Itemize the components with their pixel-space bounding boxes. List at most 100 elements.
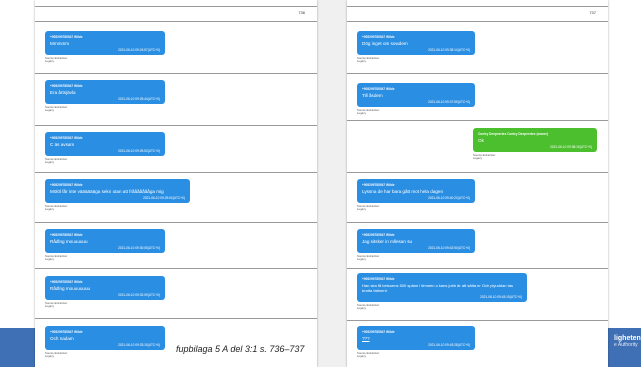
chat-message: +905299785547 Wilde Mölöl får inte vääää…	[45, 179, 190, 211]
chat-message: +905299785547 Wilde Till åsdem 2021-06-1…	[357, 83, 475, 115]
logo-line-1: ligheten	[614, 335, 641, 342]
message-timestamp: 2021-06-10 09:37:59(UTC+0)	[428, 100, 470, 104]
chat-message: +905299785547 Wilde Han ska få betsoens …	[357, 273, 527, 310]
source-extraction: Source Extraction: Legacy	[357, 303, 527, 310]
chat-message: +905299785547 Wilde Mmmmm 2021-06-10 09:…	[45, 31, 165, 63]
chat-message: +905299785547 Wilde ??? 2021-06-10 09:43…	[357, 326, 475, 358]
page-caption: fupbilaga 5 A del 3:1 s. 736–737	[176, 344, 305, 354]
message-text: Rådlng mouuuuuu	[50, 239, 88, 244]
separator-line	[347, 320, 608, 321]
page-gutter	[317, 0, 347, 367]
message-bubble: Contry Deepvertex Contry Deepvertex (own…	[473, 128, 597, 152]
source-extraction: Source Extraction: Legacy	[357, 108, 475, 116]
chat-message: +905299785547 Wilde Rådlng mouuuuuuu 202…	[45, 276, 165, 308]
extraction-value: Legacy	[45, 304, 55, 309]
message-timestamp: 2021-06-10 09:32:09(UTC+0)	[118, 293, 160, 297]
separator-line	[35, 268, 317, 269]
source-extraction: Source Extraction: Legacy	[45, 351, 165, 359]
message-bubble: +905299785547 Wilde Till åsdem 2021-06-1…	[357, 83, 475, 107]
source-extraction: Source Extraction: Legacy	[357, 254, 475, 262]
extraction-value: Legacy	[45, 160, 55, 165]
separator-line	[347, 268, 608, 269]
chat-message: +905299785547 Wilde Rådlng mouuuuuu 2021…	[45, 229, 165, 261]
message-sender: +905299785547 Wilde	[362, 87, 395, 91]
extraction-value: Legacy	[473, 156, 483, 161]
source-extraction: Source Extraction: Legacy	[357, 351, 475, 359]
message-sender: +905299785547 Wilde	[50, 330, 83, 334]
source-extraction: Source Extraction: Legacy	[45, 301, 165, 309]
message-sender: +905299785547 Wilde	[362, 277, 395, 281]
message-text: Mmmmm	[50, 41, 70, 46]
chat-message: +905299785547 Wilde Era årtsjävla 2021-0…	[45, 80, 165, 112]
message-sender: +905299785547 Wilde	[362, 35, 395, 39]
message-bubble: +905299785547 Wilde Mmmmm 2021-06-10 09:…	[45, 31, 165, 55]
page-number: 737	[589, 10, 596, 15]
extraction-value: Legacy	[45, 108, 55, 113]
message-bubble: +905299785547 Wilde Rådlng mouuuuuu 2021…	[45, 229, 165, 253]
separator-line	[35, 172, 317, 173]
source-extraction: Source Extraction: Legacy	[45, 204, 190, 211]
page-number: 736	[298, 10, 305, 15]
message-sender: Contry Deepvertex Contry Deepvertex (own…	[478, 132, 548, 136]
extraction-value: Legacy	[357, 257, 367, 262]
message-text: Rådlng mouuuuuuu	[50, 286, 91, 291]
message-sender: +905299785547 Wilde	[50, 84, 83, 88]
message-text: Till åsdem	[362, 93, 383, 98]
message-text: Ok	[478, 138, 484, 143]
message-bubble: +905299785547 Wilde Era årtsjävla 2021-0…	[45, 80, 165, 104]
separator-line	[35, 73, 317, 74]
chat-message: +905299785547 Wilde Och nadam 2021-06-10…	[45, 326, 165, 358]
source-extraction: Source Extraction: Legacy	[357, 204, 475, 212]
separator-line	[35, 21, 317, 22]
message-text: Och nadam	[50, 336, 74, 341]
source-extraction: Source Extraction: Legacy	[45, 105, 165, 113]
message-bubble: +905299785547 Wilde ??? 2021-06-10 09:43…	[357, 326, 475, 350]
separator-line	[35, 222, 317, 223]
separator-line	[347, 73, 608, 74]
message-sender: +905299785547 Wilde	[50, 35, 83, 39]
separator-line	[347, 222, 608, 223]
message-text: Jag sitsker in mllesan su	[362, 239, 413, 244]
source-extraction: Source Extraction: Legacy	[45, 157, 165, 165]
document-page-right: 737 +905299785547 Wilde Dög inget om sow…	[347, 0, 608, 367]
message-sender: +905299785547 Wilde	[362, 183, 395, 187]
message-timestamp: 2021-06-10 09:35:14(UTC+0)	[428, 48, 470, 52]
message-sender: +905299785547 Wilde	[50, 233, 83, 237]
message-sender: +905299785547 Wilde	[50, 280, 83, 284]
message-bubble: +905299785547 Wilde C äs avsam 2021-06-1…	[45, 132, 165, 156]
separator-line	[347, 172, 608, 173]
message-timestamp: 2021-06-10 09:43:28(UTC+0)	[428, 343, 470, 347]
message-sender: +905299785547 Wilde	[50, 183, 83, 187]
message-sender: +905299785547 Wilde	[362, 330, 395, 334]
message-timestamp: 2021-06-10 09:33:15(UTC+0)	[118, 343, 160, 347]
separator-line	[347, 21, 608, 22]
message-text: ???	[362, 336, 370, 341]
message-timestamp: 2021-06-10 09:43:19(UTC+0)	[480, 295, 522, 299]
chat-message: Contry Deepvertex Contry Deepvertex (own…	[473, 128, 597, 160]
extraction-value: Legacy	[357, 111, 367, 116]
message-bubble: +905299785547 Wilde Dög inget om sowdem …	[357, 31, 475, 55]
extraction-value: Legacy	[45, 257, 55, 262]
message-timestamp: 2021-06-10 09:38:15(UTC+0)	[550, 145, 592, 149]
message-bubble: +905299785547 Wilde Och nadam 2021-06-10…	[45, 326, 165, 350]
message-timestamp: 2021-06-10 09:24:57(UTC+0)	[118, 48, 160, 52]
message-text: C äs avsam	[50, 142, 75, 147]
message-timestamp: 2021-06-10 09:42:50(UTC+0)	[428, 246, 470, 250]
chat-message: +905299785547 Wilde Lyssna de har bara g…	[357, 179, 475, 211]
message-bubble: +905299785547 Wilde Han ska få betsoens …	[357, 273, 527, 302]
message-timestamp: 2021-06-10 09:30:05(UTC+0)	[118, 246, 160, 250]
separator-line	[347, 120, 608, 121]
source-extraction: Source Extraction: Legacy	[357, 56, 475, 64]
message-text: Han ska få betsoens 500 spänn i timmen o…	[362, 283, 513, 293]
message-timestamp: 2021-06-10 09:40:23(UTC+0)	[428, 196, 470, 200]
separator-line	[35, 125, 317, 126]
extraction-value: Legacy	[45, 354, 55, 359]
extraction-value: Legacy	[357, 354, 367, 359]
extraction-value: Legacy	[357, 59, 367, 64]
message-bubble: +905299785547 Wilde Lyssna de har bara g…	[357, 179, 475, 203]
source-extraction: Source Extraction: Legacy	[473, 153, 597, 161]
message-bubble: +905299785547 Wilde Rådlng mouuuuuuu 202…	[45, 276, 165, 300]
extraction-value: Legacy	[357, 207, 367, 212]
source-extraction: Source Extraction: Legacy	[45, 56, 165, 63]
chat-message: +905299785547 Wilde Jag sitsker in mlles…	[357, 229, 475, 261]
